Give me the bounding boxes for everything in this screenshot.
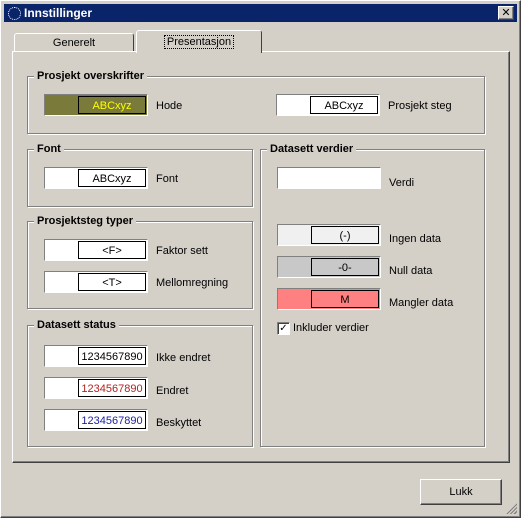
resize-grip-icon[interactable]: [505, 502, 517, 514]
settings-dialog: Innstillinger ✕ Generelt Presentasjon Pr…: [0, 0, 521, 518]
close-button[interactable]: ✕: [498, 6, 514, 20]
group-datasett-verdier: Datasett verdier Verdi (-) Ingen data -0…: [260, 142, 485, 447]
faktor-sett-sample[interactable]: <F>: [44, 239, 148, 261]
app-icon: [8, 7, 21, 20]
mellomregning-label: Mellomregning: [156, 277, 229, 289]
ikke-endret-sample[interactable]: 1234567890: [44, 345, 148, 367]
inkluder-verdier-label: Inkluder verdier: [293, 322, 369, 334]
font-sample-text: ABCxyz: [78, 169, 146, 187]
null-data-sample[interactable]: -0-: [277, 256, 381, 278]
prosjekt-steg-label: Prosjekt steg: [388, 100, 452, 112]
tab-presentasjon-label: Presentasjon: [163, 35, 235, 49]
beskyttet-label: Beskyttet: [156, 417, 202, 429]
beskyttet-sample[interactable]: 1234567890: [44, 409, 148, 431]
mellomregning-sample-text: <T>: [78, 273, 146, 291]
hode-label: Hode: [156, 100, 183, 112]
hode-color-sample[interactable]: ABCxyz: [44, 94, 148, 116]
ingen-data-sample[interactable]: (-): [277, 224, 381, 246]
null-data-sample-text: -0-: [311, 258, 379, 276]
verdi-label: Verdi: [389, 177, 415, 189]
faktor-sett-sample-text: <F>: [78, 241, 146, 259]
ingen-data-sample-text: (-): [311, 226, 379, 244]
tab-generelt[interactable]: Generelt: [14, 33, 134, 53]
ingen-data-label: Ingen data: [389, 233, 441, 245]
hode-sample-text: ABCxyz: [78, 96, 146, 114]
verdi-sample-text: [311, 169, 379, 187]
title-bar: Innstillinger ✕: [4, 4, 517, 22]
endret-sample-text: 1234567890: [78, 379, 146, 397]
prosjekt-steg-color-sample[interactable]: ABCxyz: [276, 94, 380, 116]
null-data-label: Null data: [389, 265, 433, 277]
inkluder-verdier-checkbox[interactable]: ✓: [277, 322, 290, 335]
font-sample[interactable]: ABCxyz: [44, 167, 148, 189]
mangler-data-label: Mangler data: [389, 297, 454, 309]
faktor-sett-label: Faktor sett: [156, 245, 208, 257]
font-label: Font: [156, 173, 179, 185]
presentasjon-panel: Prosjekt overskrifter ABCxyz Hode ABCxyz…: [12, 51, 510, 463]
mangler-data-sample-text: M: [311, 290, 379, 308]
group-title-prosjekt-overskrifter: Prosjekt overskrifter: [34, 69, 147, 83]
tab-presentasjon[interactable]: Presentasjon: [136, 30, 262, 53]
endret-sample[interactable]: 1234567890: [44, 377, 148, 399]
group-datasett-status: Datasett status 1234567890 Ikke endret 1…: [27, 318, 253, 447]
prosjekt-steg-sample-text: ABCxyz: [310, 96, 378, 114]
ikke-endret-label: Ikke endret: [156, 352, 211, 364]
group-prosjekt-overskrifter: Prosjekt overskrifter ABCxyz Hode ABCxyz…: [27, 69, 485, 134]
window-title: Innstillinger: [24, 6, 93, 20]
tab-generelt-label: Generelt: [52, 37, 96, 49]
lukk-button[interactable]: Lukk: [420, 479, 502, 505]
ikke-endret-sample-text: 1234567890: [78, 347, 146, 365]
group-title-datasett-verdier: Datasett verdier: [267, 142, 357, 156]
verdi-sample[interactable]: [277, 167, 381, 189]
beskyttet-sample-text: 1234567890: [78, 411, 146, 429]
mellomregning-sample[interactable]: <T>: [44, 271, 148, 293]
endret-label: Endret: [156, 385, 189, 397]
group-prosjektsteg-typer: Prosjektsteg typer <F> Faktor sett <T> M…: [27, 214, 253, 309]
group-font: Font ABCxyz Font: [27, 142, 253, 207]
group-title-prosjektsteg-typer: Prosjektsteg typer: [34, 214, 136, 228]
group-title-font: Font: [34, 142, 64, 156]
mangler-data-sample[interactable]: M: [277, 288, 381, 310]
group-title-datasett-status: Datasett status: [34, 318, 119, 332]
